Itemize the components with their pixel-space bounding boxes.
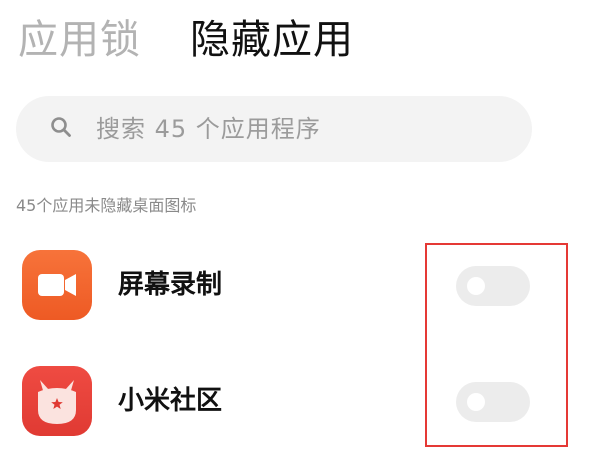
hidden-apps-screen: 应用锁 隐藏应用 搜索 45 个应用程序 45个应用未隐藏桌面图标 屏幕录制 小… <box>0 0 600 450</box>
app-name-screen-recorder: 屏幕录制 <box>118 270 223 300</box>
app-row-screen-recorder[interactable]: 屏幕录制 <box>0 238 600 338</box>
search-icon <box>51 117 71 137</box>
screen-recorder-icon <box>22 250 92 320</box>
hide-toggle-screen-recorder[interactable] <box>456 266 530 306</box>
app-row-xiaomi-community[interactable]: 小米社区 <box>0 354 600 450</box>
tab-app-lock[interactable]: 应用锁 <box>18 14 141 66</box>
search-input[interactable]: 搜索 45 个应用程序 <box>96 96 321 162</box>
toggle-knob <box>467 393 485 411</box>
app-name-xiaomi-community: 小米社区 <box>118 386 223 416</box>
search-bar[interactable]: 搜索 45 个应用程序 <box>16 96 532 162</box>
tab-hidden-apps[interactable]: 隐藏应用 <box>190 14 354 66</box>
toggle-knob <box>467 277 485 295</box>
xiaomi-community-icon <box>22 366 92 436</box>
section-label: 45个应用未隐藏桌面图标 <box>16 196 197 215</box>
hide-toggle-xiaomi-community[interactable] <box>456 382 530 422</box>
